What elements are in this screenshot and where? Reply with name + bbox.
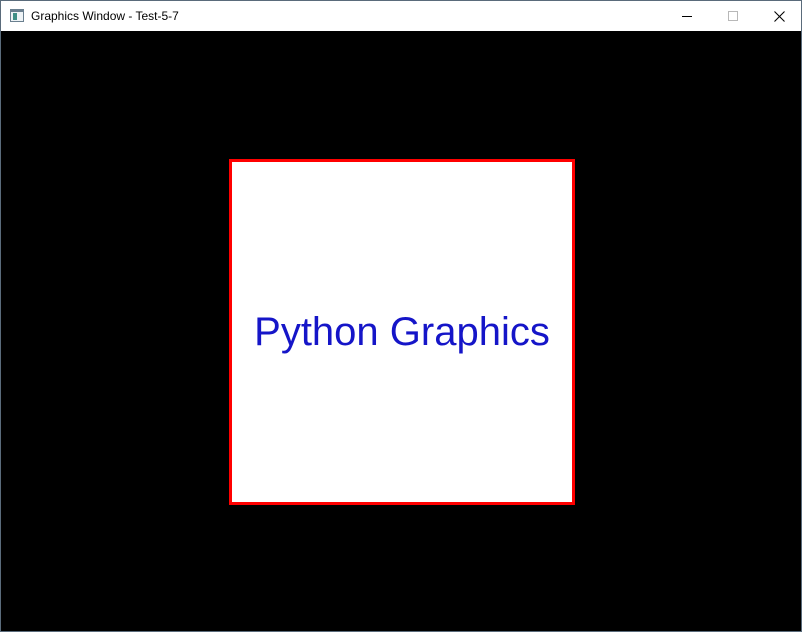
python-graphics-text: Python Graphics <box>254 309 550 354</box>
app-window-icon <box>10 9 24 22</box>
title-bar[interactable]: Graphics Window - Test-5-7 <box>1 1 801 31</box>
maximize-button[interactable] <box>710 1 756 31</box>
graphics-canvas[interactable]: Python Graphics <box>1 31 801 631</box>
minimize-button[interactable] <box>664 1 710 31</box>
close-icon <box>773 10 785 22</box>
close-button[interactable] <box>756 1 802 31</box>
minimize-icon <box>682 16 692 17</box>
window-title: Graphics Window - Test-5-7 <box>31 9 179 23</box>
graphics-window: Graphics Window - Test-5-7 Python Graphi… <box>0 0 802 632</box>
white-square: Python Graphics <box>229 159 575 505</box>
maximize-icon <box>728 11 738 21</box>
